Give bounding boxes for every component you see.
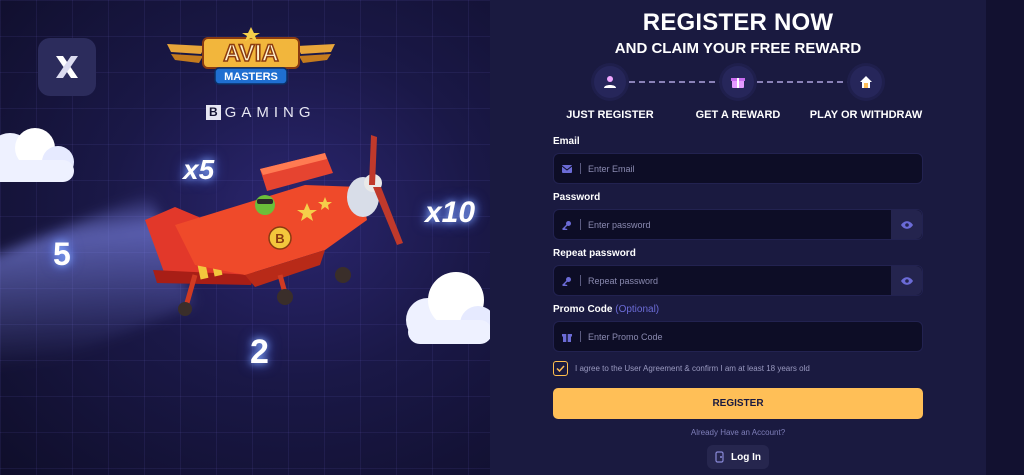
repeat-password-label: Repeat password — [553, 248, 636, 259]
multiplier-x10: x10 — [425, 196, 476, 229]
brand-logo-tile[interactable] — [38, 38, 96, 96]
promo-code-field — [553, 321, 923, 352]
step-label: JUST REGISTER — [566, 109, 654, 121]
airplane-illustration: B — [145, 135, 403, 316]
provider-name: GAMING — [224, 104, 316, 121]
promo-banner: AVIA MASTERS B GAMING x5 x10 5 2 B — [0, 0, 490, 475]
promo-code-label-text: Promo Code — [553, 304, 613, 315]
avia-masters-logo: AVIA MASTERS — [167, 27, 335, 85]
user-check-icon — [604, 76, 616, 88]
agreement-checkbox[interactable] — [553, 361, 568, 376]
step-label: GET A REWARD — [695, 109, 781, 121]
already-have-account-text: Already Have an Account? — [690, 428, 786, 437]
multiplier-2: 2 — [250, 333, 269, 371]
email-label: Email — [553, 136, 580, 147]
logo-title-text: AVIA — [223, 40, 279, 67]
password-input[interactable] — [588, 219, 922, 230]
cloud-right — [406, 272, 490, 344]
agreement-row: I agree to the User Agreement & confirm … — [553, 361, 923, 376]
provider-logo: B GAMING — [206, 104, 316, 121]
checkmark-icon — [556, 365, 565, 372]
logo-subtitle-text: MASTERS — [224, 71, 278, 83]
provider-badge: B — [206, 105, 221, 120]
registration-panel: REGISTER NOW AND CLAIM YOUR FREE REWARD … — [490, 0, 986, 475]
page-title: REGISTER NOW — [642, 9, 834, 36]
multiplier-5: 5 — [53, 236, 71, 272]
cloud-left — [0, 128, 74, 182]
register-button[interactable]: REGISTER — [553, 388, 923, 419]
steps-progress: JUST REGISTER GET A REWARD PLAY OR WITHD… — [553, 66, 923, 128]
gift-small-icon — [562, 333, 572, 342]
login-icon — [715, 451, 724, 463]
promo-code-label: Promo Code (Optional) — [553, 304, 923, 315]
page-subtitle: AND CLAIM YOUR FREE REWARD — [614, 40, 862, 57]
agreement-text: I agree to the User Agreement & confirm … — [575, 364, 810, 373]
login-button[interactable]: Log In — [707, 445, 769, 469]
email-field — [553, 153, 923, 184]
login-label: Log In — [731, 451, 761, 463]
step-just-register: JUST REGISTER — [545, 66, 675, 121]
key-icon — [562, 276, 571, 286]
plane-badge-text: B — [275, 231, 284, 246]
promo-code-optional: (Optional) — [615, 304, 660, 315]
gift-icon — [731, 78, 745, 88]
step-get-reward: GET A REWARD — [673, 66, 803, 121]
right-gutter — [986, 0, 1024, 475]
email-input[interactable] — [588, 163, 922, 174]
home-up-icon — [860, 76, 872, 88]
repeat-password-field — [553, 265, 923, 296]
eye-icon — [900, 276, 913, 285]
mail-icon — [562, 164, 572, 173]
password-label: Password — [553, 192, 601, 203]
eye-icon — [900, 220, 913, 229]
repeat-password-input[interactable] — [588, 275, 922, 286]
toggle-password-visibility[interactable] — [891, 210, 922, 239]
key-icon — [562, 220, 571, 230]
x-logo-icon — [56, 56, 78, 78]
step-label: PLAY OR WITHDRAW — [809, 109, 923, 121]
step-play-withdraw: PLAY OR WITHDRAW — [801, 66, 931, 121]
toggle-repeat-password-visibility[interactable] — [891, 266, 922, 295]
promo-code-input[interactable] — [588, 331, 922, 342]
password-field — [553, 209, 923, 240]
